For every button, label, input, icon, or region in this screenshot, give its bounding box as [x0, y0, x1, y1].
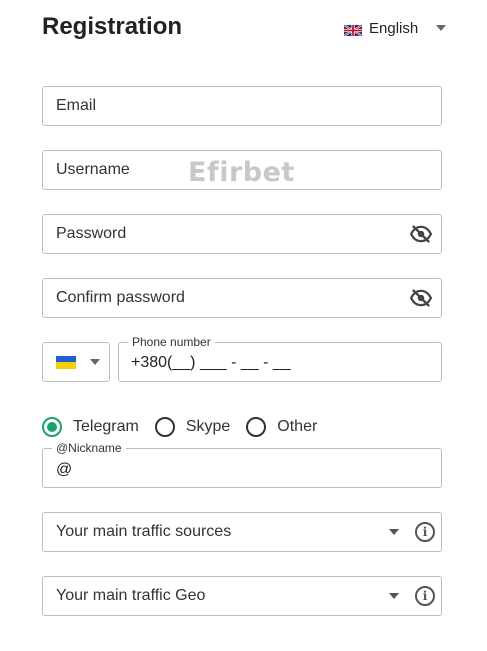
radio-label-skype: Skype — [185, 418, 231, 435]
radio-label-other: Other — [277, 418, 318, 435]
eye-off-icon[interactable] — [410, 225, 432, 243]
chevron-down-icon — [436, 25, 447, 31]
traffic-sources-placeholder: Your main traffic sources — [56, 523, 232, 540]
watermark-logo: Efirbet — [188, 157, 295, 188]
nickname-field[interactable]: @Nickname @ — [42, 441, 442, 488]
phone-legend: Phone number — [128, 335, 215, 349]
phone-field[interactable]: Phone number +380(__) ___ - __ - __ — [118, 335, 442, 382]
ukraine-flag-icon — [56, 355, 76, 369]
radio-unchecked-icon — [246, 417, 267, 437]
country-code-select[interactable] — [42, 342, 110, 382]
traffic-sources-select[interactable]: Your main traffic sources i — [42, 512, 442, 552]
language-label: English — [369, 19, 419, 37]
nickname-legend: @Nickname — [52, 441, 126, 455]
uk-flag-icon — [343, 23, 363, 37]
radio-telegram[interactable]: Telegram — [42, 417, 139, 437]
chevron-down-icon — [389, 529, 399, 535]
page-title: Registration — [42, 13, 183, 40]
messenger-radio-group: Telegram Skype Other — [42, 416, 333, 438]
chevron-down-icon — [389, 593, 399, 599]
confirm-password-field[interactable]: Confirm password — [42, 278, 442, 318]
radio-label-telegram: Telegram — [73, 418, 139, 435]
chevron-down-icon — [90, 359, 100, 365]
radio-checked-icon — [42, 417, 62, 437]
info-icon[interactable]: i — [415, 586, 435, 606]
email-field[interactable]: Email — [42, 86, 442, 126]
eye-off-icon[interactable] — [410, 289, 432, 307]
info-icon[interactable]: i — [415, 522, 435, 542]
password-placeholder: Password — [56, 225, 127, 242]
traffic-geo-select[interactable]: Your main traffic Geo i — [42, 576, 442, 616]
password-field[interactable]: Password — [42, 214, 442, 254]
nickname-value: @ — [56, 461, 73, 478]
traffic-geo-placeholder: Your main traffic Geo — [56, 587, 206, 604]
phone-value: +380(__) ___ - __ - __ — [131, 354, 291, 371]
language-selector[interactable]: English — [343, 18, 447, 38]
radio-other[interactable]: Other — [246, 417, 317, 437]
confirm-password-placeholder: Confirm password — [56, 289, 185, 306]
radio-skype[interactable]: Skype — [154, 417, 231, 437]
radio-unchecked-icon — [154, 417, 175, 437]
email-placeholder: Email — [56, 97, 97, 114]
